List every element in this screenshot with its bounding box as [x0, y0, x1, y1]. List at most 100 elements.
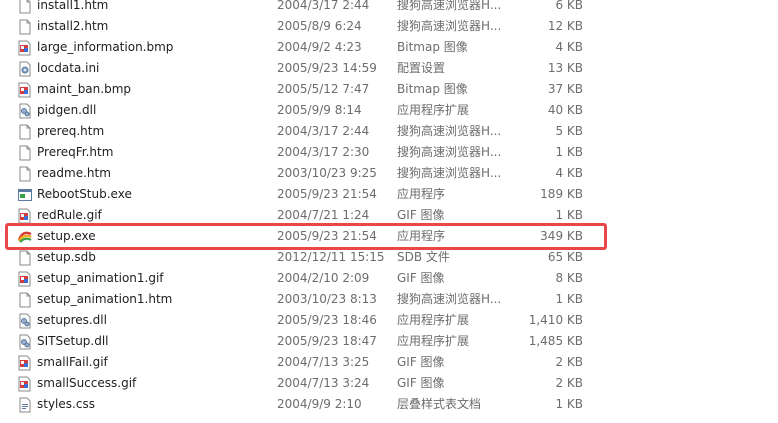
dll-file-icon: [17, 334, 33, 350]
file-row[interactable]: pidgen.dll 2005/9/9 8:14 应用程序扩展 40 KB: [0, 100, 778, 121]
file-type: 应用程序扩展: [397, 103, 470, 117]
file-date: 2004/7/21 1:24: [277, 208, 370, 222]
file-name: readme.htm: [37, 166, 111, 180]
file-date: 2004/7/13 3:24: [277, 376, 370, 390]
file-size: 4 KB: [555, 40, 583, 54]
image-file-icon: [17, 82, 33, 98]
file-size: 349 KB: [540, 229, 583, 243]
file-type: GIF 图像: [397, 208, 445, 222]
file-row[interactable]: setup.sdb 2012/12/11 15:15 SDB 文件 65 KB: [0, 247, 778, 268]
file-type: 应用程序扩展: [397, 334, 470, 348]
config-file-icon: [17, 61, 33, 77]
file-type: Bitmap 图像: [397, 82, 468, 96]
html-file-icon: [17, 19, 33, 35]
file-name: redRule.gif: [37, 208, 102, 222]
file-type: 应用程序扩展: [397, 313, 470, 327]
file-row[interactable]: PrereqFr.htm 2004/3/17 2:30 搜狗高速浏览器H... 1 K…: [0, 142, 778, 163]
file-type: GIF 图像: [397, 271, 445, 285]
file-row[interactable]: smallSuccess.gif 2004/7/13 3:24 GIF 图像 2 KB: [0, 373, 778, 394]
file-size: 1 KB: [555, 145, 583, 159]
file-name: setup.sdb: [37, 250, 96, 264]
file-size: 1,485 KB: [528, 334, 583, 348]
file-row[interactable]: setupres.dll 2005/9/23 18:46 应用程序扩展 1,410 K…: [0, 310, 778, 331]
file-name: smallFail.gif: [37, 355, 108, 369]
file-name: pidgen.dll: [37, 103, 97, 117]
file-name: maint_ban.bmp: [37, 82, 132, 96]
file-date: 2004/9/2 4:23: [277, 40, 362, 54]
file-date: 2003/10/23 8:13: [277, 292, 377, 306]
file-name: install1.htm: [37, 0, 109, 12]
file-date: 2004/9/9 2:10: [277, 397, 362, 411]
file-row[interactable]: setup_animation1.gif 2004/2/10 2:09 GIF 图像…: [0, 268, 778, 289]
file-name: prereq.htm: [37, 124, 105, 138]
file-size: 5 KB: [555, 124, 583, 138]
dll-file-icon: [17, 103, 33, 119]
file-size: 6 KB: [555, 0, 583, 12]
file-row[interactable]: install1.htm 2004/3/17 2:44 搜狗高速浏览器H... 6 K…: [0, 0, 778, 16]
file-date: 2004/3/17 2:30: [277, 145, 370, 159]
file-type: 搜狗高速浏览器H...: [397, 19, 502, 33]
file-type: 搜狗高速浏览器H...: [397, 0, 502, 12]
file-date: 2005/9/23 21:54: [277, 229, 377, 243]
file-date: 2005/9/23 18:46: [277, 313, 377, 327]
file-type: 应用程序: [397, 229, 446, 243]
file-name: locdata.ini: [37, 61, 100, 75]
file-date: 2004/3/17 2:44: [277, 0, 370, 12]
file-row[interactable]: large_information.bmp 2004/9/2 4:23 Bitmap…: [0, 37, 778, 58]
file-row[interactable]: RebootStub.exe 2005/9/23 21:54 应用程序 189 KB: [0, 184, 778, 205]
file-size: 2 KB: [555, 376, 583, 390]
file-type: 配置设置: [397, 61, 446, 75]
file-size: 13 KB: [547, 61, 583, 75]
file-type: 搜狗高速浏览器H...: [397, 145, 502, 159]
image-file-icon: [17, 355, 33, 371]
file-date: 2005/9/9 8:14: [277, 103, 362, 117]
file-name: large_information.bmp: [37, 40, 174, 54]
file-row[interactable]: setup_animation1.htm 2003/10/23 8:13 搜狗高速浏…: [0, 289, 778, 310]
file-name: PrereqFr.htm: [37, 145, 114, 159]
file-type: Bitmap 图像: [397, 40, 468, 54]
file-row[interactable]: SITSetup.dll 2005/9/23 18:47 应用程序扩展 1,485 K…: [0, 331, 778, 352]
file-date: 2005/8/9 6:24: [277, 19, 362, 33]
file-size: 4 KB: [555, 166, 583, 180]
file-row[interactable]: readme.htm 2003/10/23 9:25 搜狗高速浏览器H... 4 KB: [0, 163, 778, 184]
file-date: 2005/5/12 7:47: [277, 82, 370, 96]
file-type: 搜狗高速浏览器H...: [397, 124, 502, 138]
file-type: 搜狗高速浏览器H...: [397, 166, 502, 180]
html-file-icon: [17, 124, 33, 140]
file-date: 2004/3/17 2:44: [277, 124, 370, 138]
file-date: 2005/9/23 14:59: [277, 61, 377, 75]
file-name: smallSuccess.gif: [37, 376, 137, 390]
file-row[interactable]: setup.exe 2005/9/23 21:54 应用程序 349 KB: [0, 226, 778, 247]
setup-exe-icon: [17, 229, 33, 245]
file-row[interactable]: maint_ban.bmp 2005/5/12 7:47 Bitmap 图像 37 K…: [0, 79, 778, 100]
file-date: 2012/12/11 15:15: [277, 250, 385, 264]
file-row[interactable]: redRule.gif 2004/7/21 1:24 GIF 图像 1 KB: [0, 205, 778, 226]
file-size: 40 KB: [547, 103, 583, 117]
file-row[interactable]: styles.css 2004/9/9 2:10 层叠样式表文档 1 KB: [0, 394, 778, 415]
file-list: install1.htm 2004/3/17 2:44 搜狗高速浏览器H... 6 K…: [0, 0, 778, 415]
file-type: 搜狗高速浏览器H...: [397, 292, 502, 306]
image-file-icon: [17, 208, 33, 224]
image-file-icon: [17, 40, 33, 56]
html-file-icon: [17, 292, 33, 308]
file-name: setupres.dll: [37, 313, 107, 327]
file-row[interactable]: prereq.htm 2004/3/17 2:44 搜狗高速浏览器H... 5 KB: [0, 121, 778, 142]
file-type: GIF 图像: [397, 376, 445, 390]
html-file-icon: [17, 0, 33, 14]
image-file-icon: [17, 271, 33, 287]
generic-file-icon: [17, 250, 33, 266]
file-name: install2.htm: [37, 19, 109, 33]
file-row[interactable]: smallFail.gif 2004/7/13 3:25 GIF 图像 2 KB: [0, 352, 778, 373]
file-type: 应用程序: [397, 187, 446, 201]
file-date: 2004/2/10 2:09: [277, 271, 370, 285]
file-row[interactable]: locdata.ini 2005/9/23 14:59 配置设置 13 KB: [0, 58, 778, 79]
file-size: 1,410 KB: [528, 313, 583, 327]
file-row[interactable]: install2.htm 2005/8/9 6:24 搜狗高速浏览器H... 12 K…: [0, 16, 778, 37]
file-name: setup_animation1.gif: [37, 271, 164, 285]
exe-file-icon: [17, 187, 33, 203]
file-date: 2004/7/13 3:25: [277, 355, 370, 369]
file-name: setup_animation1.htm: [37, 292, 173, 306]
html-file-icon: [17, 145, 33, 161]
image-file-icon: [17, 376, 33, 392]
file-name: SITSetup.dll: [37, 334, 109, 348]
